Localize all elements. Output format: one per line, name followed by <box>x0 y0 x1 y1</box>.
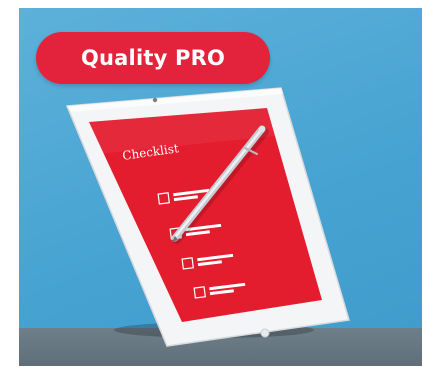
home-button-icon <box>260 328 270 338</box>
badge-label: Quality PRO <box>80 46 226 70</box>
promo-image: Checklist Quality PRO <box>19 8 422 366</box>
camera-icon <box>152 97 158 103</box>
quality-pro-badge: Quality PRO <box>36 32 270 84</box>
